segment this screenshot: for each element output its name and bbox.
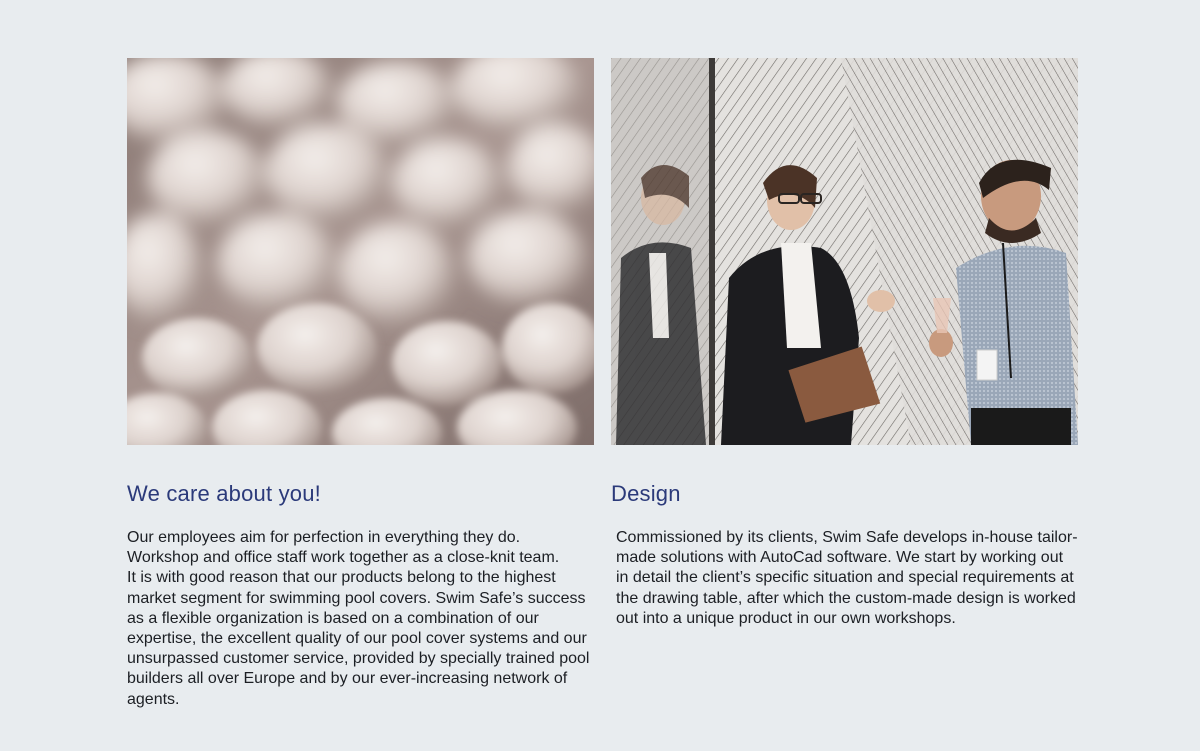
paragraph: Commissioned by its clients, Swim Safe d… bbox=[616, 529, 1078, 627]
section-heading: We care about you! bbox=[127, 481, 321, 506]
section-body: Commissioned by its clients, Swim Safe d… bbox=[611, 528, 1078, 629]
section-design: Design Commissioned by its clients, Swim… bbox=[611, 58, 1078, 629]
paragraph: Our employees aim for perfection in ever… bbox=[127, 529, 560, 567]
foam-pellets-image bbox=[127, 58, 594, 445]
colleagues-image bbox=[611, 58, 1078, 445]
section-care: We care about you! Our employees aim for… bbox=[127, 58, 594, 710]
section-heading: Design bbox=[611, 481, 681, 506]
paragraph: It is with good reason that our products… bbox=[127, 569, 590, 708]
section-body: Our employees aim for perfection in ever… bbox=[127, 528, 594, 710]
